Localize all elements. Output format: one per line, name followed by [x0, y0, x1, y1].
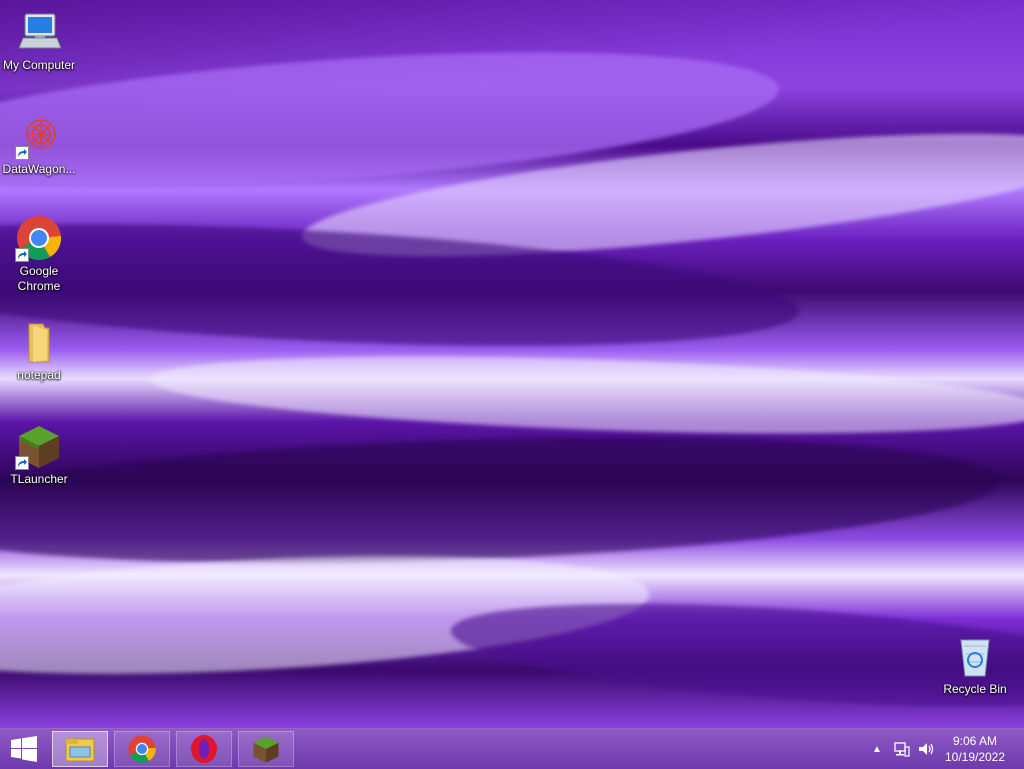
start-button[interactable] — [0, 729, 48, 769]
desktop-icon-label: Recycle Bin — [943, 682, 1007, 696]
chevron-up-icon[interactable]: ▲ — [872, 744, 882, 755]
tlauncher-icon — [15, 422, 63, 470]
taskbar-opera-button[interactable] — [176, 731, 232, 767]
file-explorer-icon — [65, 738, 95, 762]
clock-time: 9:06 AM — [952, 734, 998, 748]
desktop-icon-notepad-folder[interactable]: notepad — [1, 318, 77, 383]
volume-icon[interactable] — [918, 741, 936, 757]
windows-icon — [11, 736, 37, 762]
chrome-icon — [15, 214, 63, 262]
chrome-icon — [128, 735, 156, 763]
recycle-bin-icon — [951, 632, 999, 680]
desktop-icon-label: My Computer — [2, 58, 76, 72]
clock-date: 10/19/2022 — [944, 750, 1006, 764]
taskbar: ▲ 9:06 AM 10/19/2022 — [0, 728, 1024, 769]
taskbar-file-explorer-button[interactable] — [52, 731, 108, 767]
desktop-icon-label: notepad — [17, 368, 61, 382]
taskbar-tlauncher-button[interactable] — [238, 731, 294, 767]
folder-icon — [15, 318, 63, 366]
desktop-wallpaper: My Computer DataWagon... Google Chrome n… — [0, 0, 1024, 728]
shortcut-arrow-icon — [15, 456, 29, 470]
taskbar-chrome-button[interactable] — [114, 731, 170, 767]
desktop-icon-label: DataWagon... — [2, 162, 76, 176]
desktop-icon-label: Google Chrome — [17, 264, 61, 293]
system-clock[interactable]: 9:06 AM 10/19/2022 — [940, 733, 1010, 765]
desktop-icon-datawagon[interactable]: DataWagon... — [1, 112, 77, 177]
desktop-icon-recycle-bin[interactable]: Recycle Bin — [937, 632, 1013, 697]
datawagon-icon — [15, 112, 63, 160]
network-icon[interactable] — [894, 741, 910, 757]
desktop-icon-google-chrome[interactable]: Google Chrome — [1, 214, 77, 294]
desktop-icon-label: TLauncher — [10, 472, 68, 486]
desktop-icon-my-computer[interactable]: My Computer — [1, 8, 77, 73]
shortcut-arrow-icon — [15, 146, 29, 160]
shortcut-arrow-icon — [15, 248, 29, 262]
opera-icon — [191, 735, 217, 763]
desktop-icon-tlauncher[interactable]: TLauncher — [1, 422, 77, 487]
tlauncher-icon — [253, 736, 279, 763]
computer-icon — [15, 8, 63, 56]
